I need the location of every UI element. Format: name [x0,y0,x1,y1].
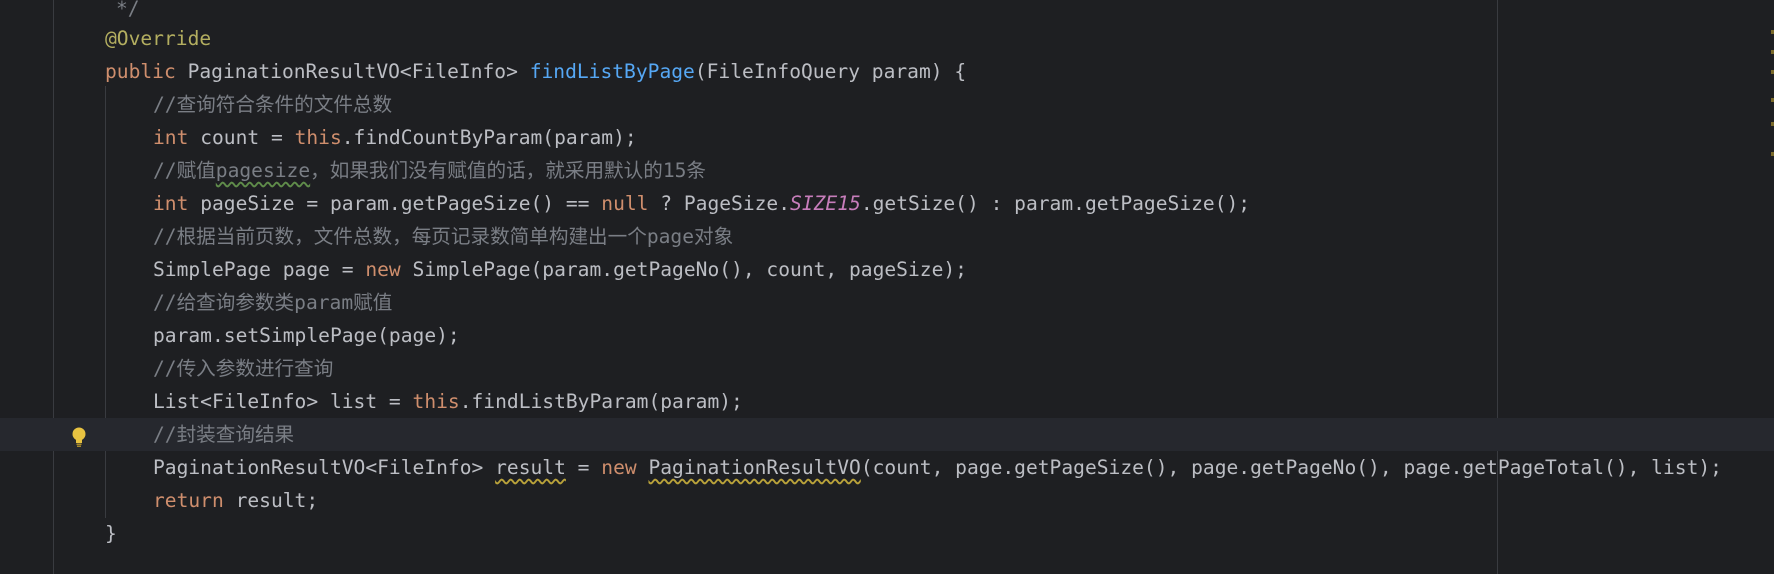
code-line[interactable]: List<FileInfo> list = this.findListByPar… [0,385,1774,418]
line-content: } [105,517,117,550]
line-content: public PaginationResultVO<FileInfo> find… [105,55,966,88]
code-token: pagesize [215,159,311,182]
code-token: .getSize() : param.getPageSize(); [860,192,1251,215]
code-token: //查询符合条件的文件总数 [153,93,393,116]
code-token: param.setSimplePage(page); [153,324,460,347]
line-content: PaginationResultVO<FileInfo> result = ne… [153,451,1722,484]
code-token: result [495,456,566,479]
line-content: //传入参数进行查询 [153,352,333,385]
code-line[interactable]: //查询符合条件的文件总数 [0,88,1774,121]
code-token: PaginationResultVO<FileInfo> [187,60,530,83]
code-token: findListByPage [529,60,695,83]
code-token: null [601,192,649,215]
code-line[interactable]: //传入参数进行查询 [0,352,1774,385]
line-content: SimplePage page = new SimplePage(param.g… [153,253,967,286]
code-token: (count, page.getPageSize(), page.getPage… [860,456,1722,479]
code-line[interactable]: //根据当前页数，文件总数，每页记录数简单构建出一个page对象 [0,220,1774,253]
code-token: @Override [105,27,212,50]
code-token: List<FileInfo> list = [153,390,413,413]
line-content: //给查询参数类param赋值 [153,286,392,319]
line-content: return result; [153,484,318,517]
code-token: new [365,258,413,281]
code-editor[interactable]: */ @Override public PaginationResultVO<F… [0,0,1774,574]
line-content: //封装查询结果 [153,418,294,451]
code-token: SIZE15 [790,192,861,215]
code-line[interactable]: @Override [0,22,1774,55]
line-content: param.setSimplePage(page); [153,319,460,352]
code-line[interactable]: int pageSize = param.getPageSize() == nu… [0,187,1774,220]
code-token: .findListByParam(param); [459,390,743,413]
code-token: //传入参数进行查询 [153,357,334,380]
code-token: } [105,522,117,545]
code-token: ，如果我们没有赋值的话，就采用默认的15条 [310,159,707,182]
code-token: PaginationResultVO<FileInfo> [153,456,496,479]
code-line[interactable]: return result; [0,484,1774,517]
line-content: int count = this.findCountByParam(param)… [153,121,637,154]
code-token: result; [235,489,319,512]
code-token: pageSize = param.getPageSize() == [200,192,602,215]
code-token: this [294,126,342,149]
code-token: count = [200,126,295,149]
code-token: return [153,489,236,512]
code-line[interactable]: param.setSimplePage(page); [0,319,1774,352]
lightbulb-icon[interactable] [70,426,88,448]
code-line[interactable]: SimplePage page = new SimplePage(param.g… [0,253,1774,286]
code-line[interactable]: PaginationResultVO<FileInfo> result = ne… [0,451,1774,484]
code-token: SimplePage(param.getPageNo(), count, pag… [412,258,967,281]
line-content: //查询符合条件的文件总数 [153,88,392,121]
code-token: = [565,456,602,479]
code-line[interactable]: public PaginationResultVO<FileInfo> find… [0,55,1774,88]
code-token: int [153,126,201,149]
code-token: public [105,60,188,83]
code-token: //封装查询结果 [153,423,295,446]
code-line[interactable]: //赋值pagesize，如果我们没有赋值的话，就采用默认的15条 [0,154,1774,187]
line-content: int pageSize = param.getPageSize() == nu… [153,187,1250,220]
code-token: PaginationResultVO [648,456,861,479]
line-content: //赋值pagesize，如果我们没有赋值的话，就采用默认的15条 [153,154,706,187]
code-token: ? PageSize. [648,192,791,215]
line-content: //根据当前页数，文件总数，每页记录数简单构建出一个page对象 [153,220,733,253]
code-token: */ [116,0,140,20]
code-token: int [153,192,201,215]
code-line[interactable]: //给查询参数类param赋值 [0,286,1774,319]
line-content: List<FileInfo> list = this.findListByPar… [153,385,743,418]
code-token: this [412,390,460,413]
code-line[interactable]: } [0,517,1774,550]
code-token: //根据当前页数，文件总数，每页记录数简单构建出一个page对象 [153,225,734,248]
code-token: .findCountByParam(param); [341,126,637,149]
code-line[interactable]: int count = this.findCountByParam(param)… [0,121,1774,154]
code-token: (FileInfoQuery param) { [694,60,967,83]
code-token: SimplePage page = [153,258,366,281]
line-content: @Override [105,22,211,55]
code-token: //赋值 [153,159,216,182]
code-token: //给查询参数类param赋值 [153,291,393,314]
code-token: new [601,456,649,479]
code-line-current[interactable]: //封装查询结果 [0,418,1774,451]
